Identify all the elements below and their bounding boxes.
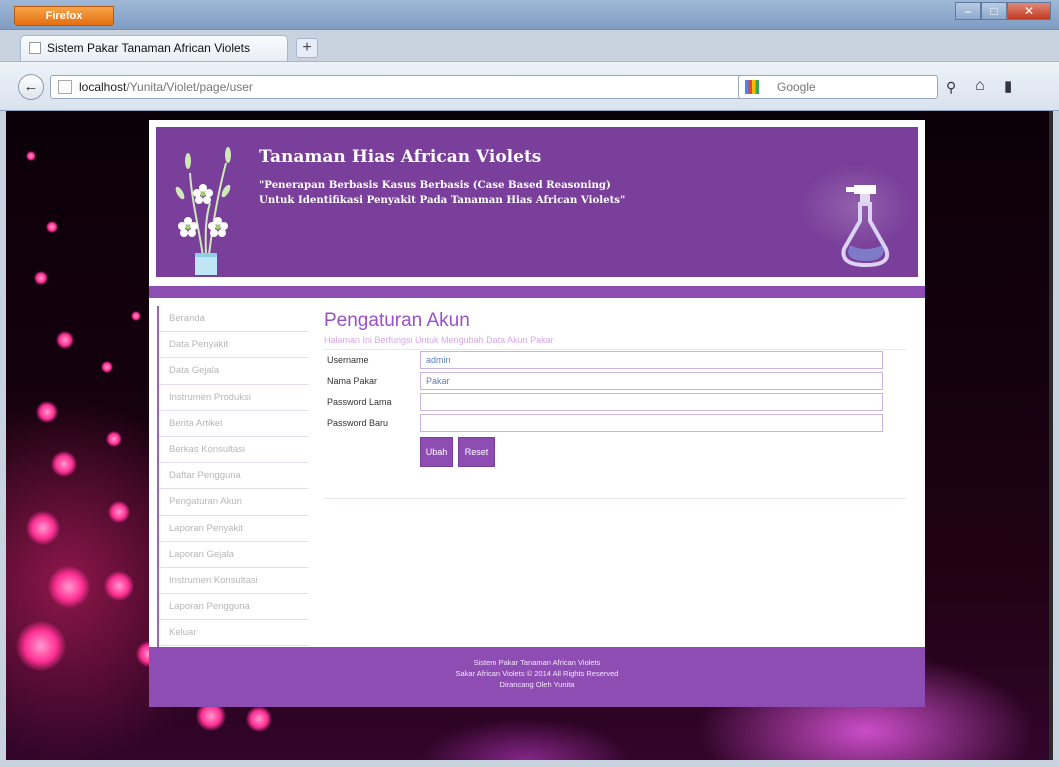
search-magnifier-icon[interactable]: ⚲ bbox=[946, 79, 956, 96]
site-title: Tanaman Hias African Violets bbox=[259, 147, 542, 167]
new-tab-button[interactable]: + bbox=[296, 38, 318, 58]
browser-tab[interactable]: Sistem Pakar Tanaman African Violets bbox=[20, 35, 288, 61]
sidebar-item-beranda[interactable]: Beranda bbox=[159, 306, 309, 333]
website-container: Tanaman Hias African Violets "Penerapan … bbox=[149, 120, 925, 707]
close-button[interactable]: ✕ bbox=[1007, 2, 1051, 20]
password-baru-input[interactable] bbox=[420, 414, 883, 432]
page-viewport: Tanaman Hias African Violets "Penerapan … bbox=[6, 111, 1053, 760]
password-lama-row: Password Lama bbox=[324, 392, 906, 413]
sidebar-item-berita-artikel[interactable]: Berita Artikel bbox=[159, 411, 309, 437]
google-search-icon[interactable] bbox=[745, 80, 759, 94]
nama-pakar-row: Nama Pakar bbox=[324, 371, 906, 392]
address-bar[interactable]: localhost/Yunita/Violet/page/user bbox=[50, 75, 810, 99]
page-scrollbar[interactable] bbox=[1049, 111, 1053, 760]
bookmarks-icon[interactable]: ▮ bbox=[1004, 77, 1012, 95]
firefox-menu-button[interactable]: Firefox bbox=[14, 6, 114, 26]
sidebar-item-keluar[interactable]: Keluar bbox=[159, 620, 309, 647]
site-footer: Sistem Pakar Tanaman African Violets Sak… bbox=[149, 647, 925, 707]
sidebar-item-instrumen-konsultasi[interactable]: Instrumen Konsultasi bbox=[159, 568, 309, 595]
page-subtitle: Halaman Ini Berfungsi Untuk Mengubah Dat… bbox=[324, 335, 906, 350]
site-subtitle-line-1: "Penerapan Berbasis Kasus Berbasis (Case… bbox=[259, 179, 611, 191]
navigation-toolbar: ← localhost/Yunita/Violet/page/user Goog… bbox=[0, 61, 1059, 111]
username-input[interactable] bbox=[420, 351, 883, 369]
ubah-button[interactable]: Ubah bbox=[420, 437, 453, 467]
main-panel: Pengaturan Akun Halaman Ini Berfungsi Un… bbox=[324, 310, 906, 499]
footer-line-1: Sistem Pakar Tanaman African Violets bbox=[473, 658, 601, 667]
maximize-button[interactable]: □ bbox=[981, 2, 1007, 20]
sidebar-item-instrumen-produksi[interactable]: Instrumen Produksi bbox=[159, 385, 309, 411]
sidebar-item-laporan-pengguna[interactable]: Laporan Pengguna bbox=[159, 594, 309, 621]
sidebar-item-data-gejala[interactable]: Data Gejala bbox=[159, 358, 309, 385]
form-buttons: Ubah Reset bbox=[324, 437, 906, 471]
password-lama-input[interactable] bbox=[420, 393, 883, 411]
window-titlebar: Firefox – □ ✕ bbox=[0, 0, 1059, 30]
home-icon[interactable]: ⌂ bbox=[975, 77, 985, 95]
content-area: Beranda Data Penyakit Data Gejala Instru… bbox=[149, 298, 925, 647]
nama-pakar-label: Nama Pakar bbox=[327, 376, 378, 386]
footer-line-3: Dirancang Oleh Yunita bbox=[499, 680, 575, 689]
search-placeholder: Google bbox=[777, 80, 816, 94]
username-label: Username bbox=[327, 355, 369, 365]
sidebar-item-daftar-pengguna[interactable]: Daftar Pengguna bbox=[159, 463, 309, 490]
spray-bottle-illustration bbox=[841, 185, 889, 268]
site-header: Tanaman Hias African Violets "Penerapan … bbox=[149, 120, 925, 286]
search-bar[interactable]: Google bbox=[738, 75, 938, 99]
minimize-button[interactable]: – bbox=[955, 2, 981, 20]
password-baru-label: Password Baru bbox=[327, 418, 389, 428]
sidebar-menu: Beranda Data Penyakit Data Gejala Instru… bbox=[157, 306, 309, 647]
password-lama-label: Password Lama bbox=[327, 397, 392, 407]
page-icon bbox=[29, 42, 41, 54]
flower-vase-illustration bbox=[175, 147, 231, 275]
sidebar-item-pengaturan-akun[interactable]: Pengaturan Akun bbox=[159, 489, 309, 516]
footer-line-2: Sakar African Violets © 2014 All Rights … bbox=[455, 669, 619, 678]
sidebar-item-laporan-penyakit[interactable]: Laporan Penyakit bbox=[159, 516, 309, 542]
reset-button[interactable]: Reset bbox=[458, 437, 495, 467]
site-identity-icon[interactable] bbox=[58, 80, 72, 94]
page-title: Pengaturan Akun bbox=[324, 310, 470, 331]
back-button[interactable]: ← bbox=[18, 74, 44, 100]
site-subtitle-line-2: Untuk Identifikasi Penyakit Pada Tanaman… bbox=[259, 194, 626, 206]
content-divider bbox=[324, 498, 906, 499]
sidebar-item-laporan-gejala[interactable]: Laporan Gejala bbox=[159, 542, 309, 568]
header-separator bbox=[149, 286, 925, 298]
url-path: /Yunita/Violet/page/user bbox=[126, 80, 253, 94]
sidebar-item-data-penyakit[interactable]: Data Penyakit bbox=[159, 332, 309, 359]
url-host: localhost bbox=[79, 80, 127, 94]
header-banner: Tanaman Hias African Violets "Penerapan … bbox=[156, 127, 918, 277]
password-baru-row: Password Baru bbox=[324, 413, 906, 434]
username-row: Username bbox=[324, 350, 906, 371]
tab-title: Sistem Pakar Tanaman African Violets bbox=[47, 41, 250, 55]
sidebar-item-berkas-konsultasi[interactable]: Berkas Konsultasi bbox=[159, 437, 309, 464]
window-controls: – □ ✕ bbox=[955, 2, 1051, 22]
nama-pakar-input[interactable] bbox=[420, 372, 883, 390]
